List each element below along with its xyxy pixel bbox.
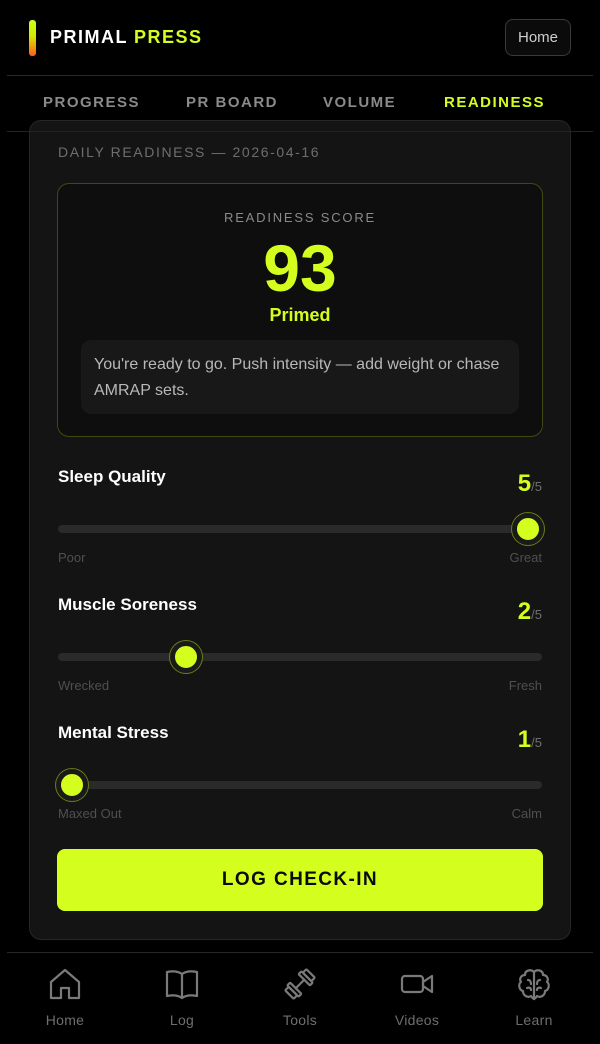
mental-stress-number: 1 xyxy=(517,726,532,753)
sleep-quality-label: Sleep Quality xyxy=(58,467,166,486)
readiness-advice: You're ready to go. Push intensity — add… xyxy=(81,340,519,414)
mental-stress-max-label: Calm xyxy=(511,806,542,821)
nav-tools-label: Tools xyxy=(282,1012,318,1028)
nav-videos[interactable]: Videos xyxy=(372,966,462,1028)
brand-word-primal: PRIMAL xyxy=(50,27,128,47)
tabs-divider xyxy=(7,131,593,132)
daily-readiness-date: DAILY READINESS — 2026-04-16 xyxy=(58,144,321,160)
muscle-soreness-label: Muscle Soreness xyxy=(58,595,197,614)
bottom-nav-divider xyxy=(7,952,593,953)
nav-learn-label: Learn xyxy=(515,1012,553,1028)
home-icon xyxy=(49,968,81,1000)
sleep-quality-value: 5/5 xyxy=(518,470,542,498)
nav-tools[interactable]: Tools xyxy=(255,966,345,1028)
brand-accent-bar xyxy=(29,20,36,56)
muscle-soreness-thumb[interactable] xyxy=(170,641,202,673)
nav-home-label: Home xyxy=(45,1012,85,1028)
tab-readiness[interactable]: READINESS xyxy=(444,94,545,111)
book-icon xyxy=(165,970,199,1000)
sleep-quality-max: /5 xyxy=(531,479,542,494)
sleep-quality-number: 5 xyxy=(517,470,532,497)
video-camera-icon xyxy=(400,974,434,994)
mental-stress-value: 1/5 xyxy=(518,726,542,754)
sleep-quality-slider[interactable] xyxy=(58,525,542,533)
log-check-in-button[interactable]: LOG CHECK-IN xyxy=(57,849,543,911)
nav-learn[interactable]: Learn xyxy=(489,966,579,1028)
muscle-soreness-max: /5 xyxy=(531,607,542,622)
muscle-soreness-max-label: Fresh xyxy=(508,678,542,693)
muscle-soreness-number: 2 xyxy=(517,598,532,625)
nav-home[interactable]: Home xyxy=(20,966,110,1028)
mental-stress-min-label: Maxed Out xyxy=(58,806,122,821)
dumbbell-icon xyxy=(284,968,316,1000)
nav-log[interactable]: Log xyxy=(137,966,227,1028)
tab-volume[interactable]: VOLUME xyxy=(323,94,396,111)
tab-progress[interactable]: PROGRESS xyxy=(43,94,140,111)
mental-stress-thumb[interactable] xyxy=(56,769,88,801)
readiness-score-value: 93 xyxy=(263,231,337,305)
brand-word-press: PRESS xyxy=(134,27,203,47)
muscle-soreness-min-label: Wrecked xyxy=(58,678,110,693)
readiness-score-label: READINESS SCORE xyxy=(224,210,376,225)
brain-icon xyxy=(518,969,550,1001)
tab-pr-board[interactable]: PR BOARD xyxy=(186,94,278,111)
sleep-quality-min-label: Poor xyxy=(58,550,86,565)
readiness-status: Primed xyxy=(269,305,331,325)
mental-stress-max: /5 xyxy=(531,735,542,750)
sleep-quality-thumb[interactable] xyxy=(512,513,544,545)
sleep-quality-max-label: Great xyxy=(509,550,542,565)
mental-stress-slider[interactable] xyxy=(58,781,542,789)
app-header: PRIMAL PRESS Home xyxy=(0,0,600,76)
nav-videos-label: Videos xyxy=(394,1012,440,1028)
mental-stress-label: Mental Stress xyxy=(58,723,169,742)
brand-logo: PRIMAL PRESS xyxy=(50,27,203,48)
muscle-soreness-slider[interactable] xyxy=(58,653,542,661)
muscle-soreness-value: 2/5 xyxy=(518,598,542,626)
nav-log-label: Log xyxy=(169,1012,195,1028)
home-button[interactable]: Home xyxy=(505,19,571,56)
